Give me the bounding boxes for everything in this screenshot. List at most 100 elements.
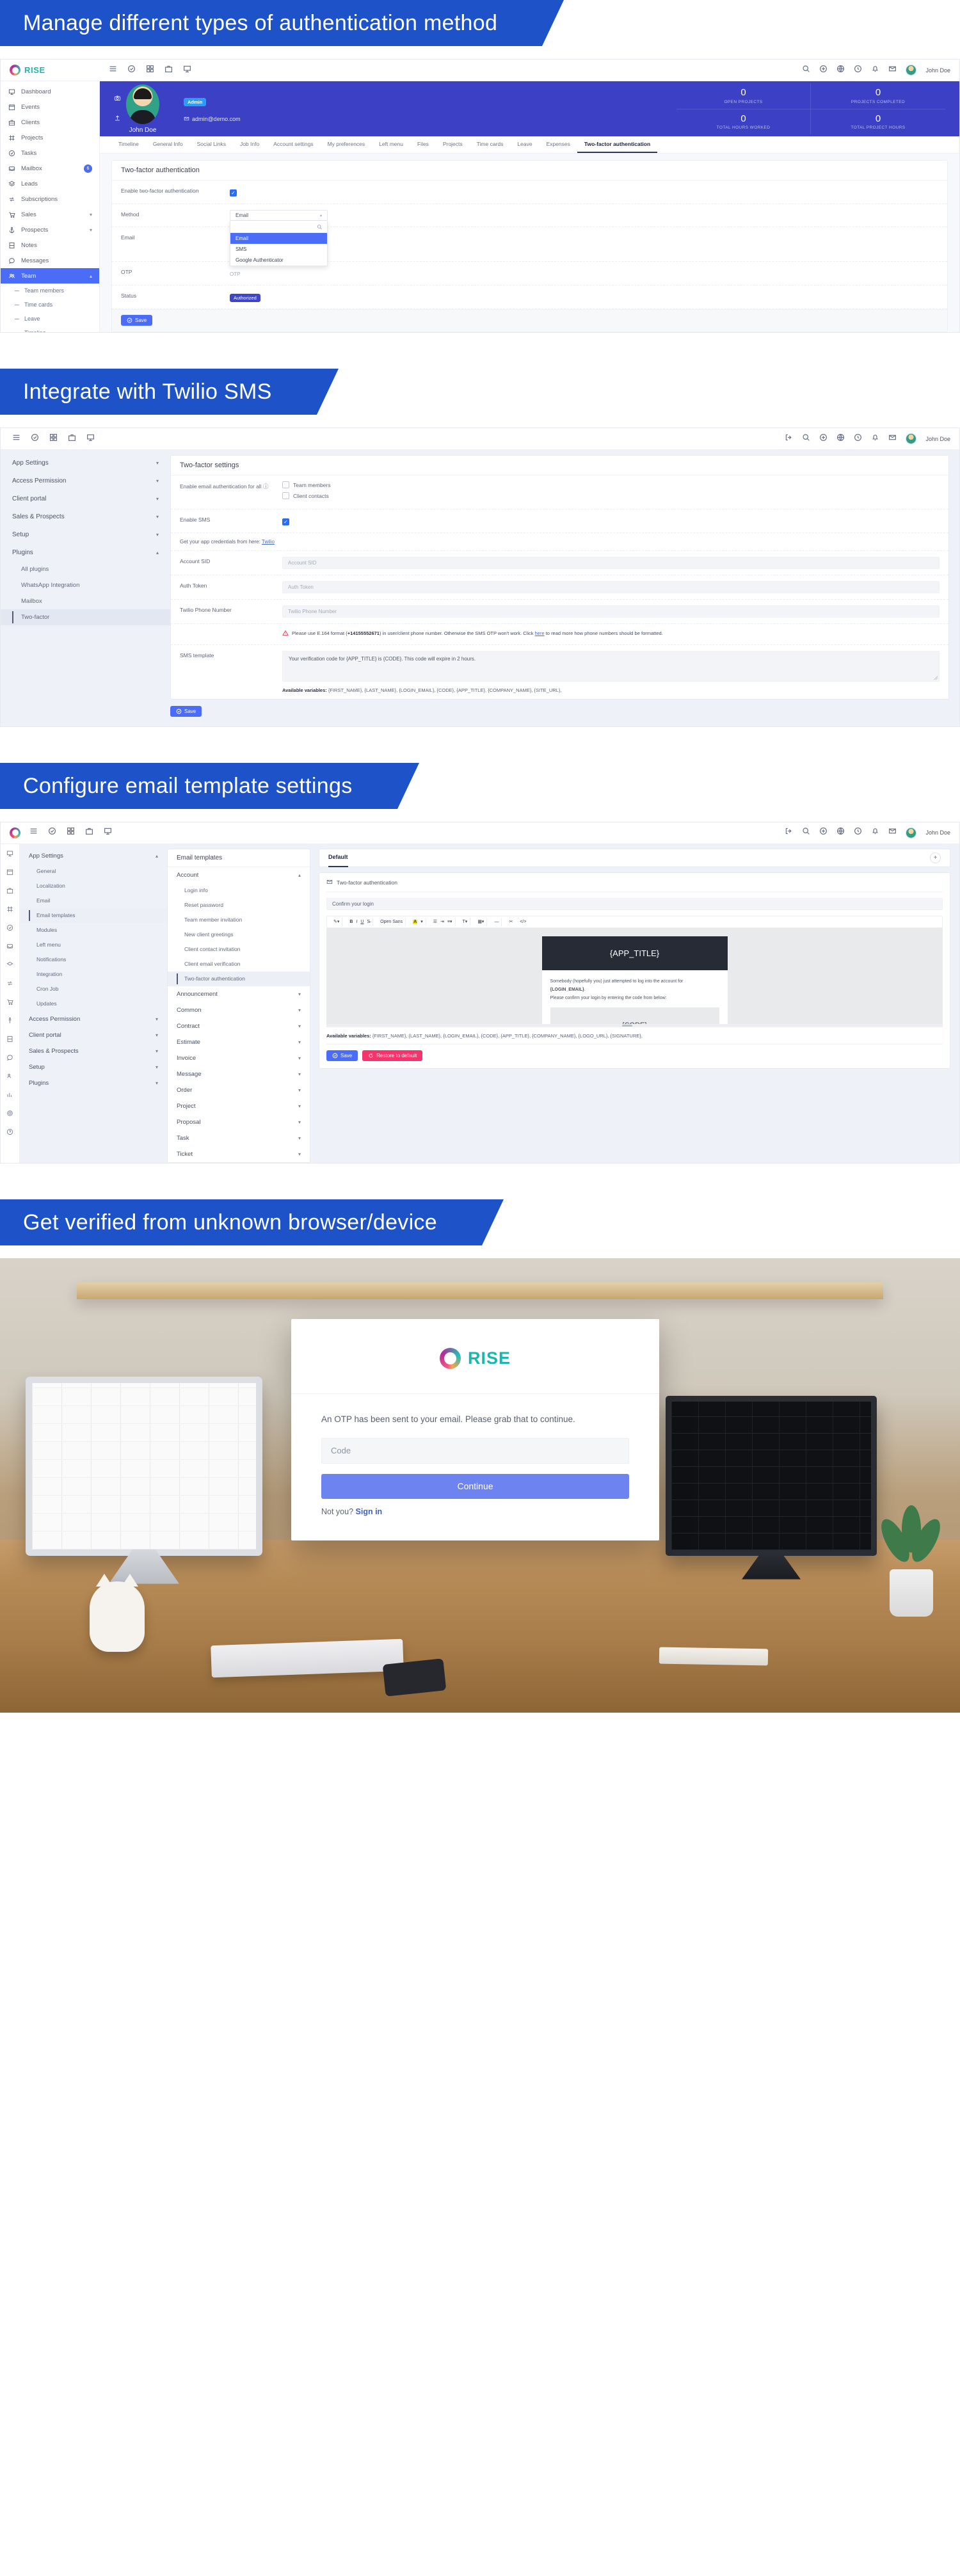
sidebar-item-sales[interactable]: Sales ▾ (1, 207, 99, 222)
otp-input[interactable]: OTP (230, 271, 240, 277)
apps-icon[interactable] (146, 65, 154, 76)
help-icon[interactable] (6, 1127, 13, 1139)
briefcase-icon[interactable] (68, 433, 76, 445)
save-button[interactable]: Save (121, 315, 153, 326)
briefcase-icon[interactable] (164, 65, 173, 76)
sidebar-item-clients[interactable]: Clients (1, 115, 99, 130)
restore-default-button[interactable]: Restore to default (362, 1050, 423, 1061)
settings-item-client-portal[interactable]: Client portal ▾ (20, 1027, 167, 1043)
settings-subitem-updates[interactable]: Updates (20, 996, 167, 1011)
chevron-down-icon[interactable]: ▾ (420, 919, 423, 924)
sidebar-item-notes[interactable]: Notes (1, 237, 99, 253)
sidebar-item-tasks[interactable]: Tasks (1, 145, 99, 161)
search-icon[interactable] (802, 433, 810, 445)
method-option-google-authenticator[interactable]: Google Authenticator (230, 255, 327, 266)
menu-icon[interactable] (12, 433, 20, 445)
inbox-icon[interactable] (6, 941, 13, 953)
settings-subitem-two-factor[interactable]: Two-factor (1, 609, 170, 625)
template-group-estimate[interactable]: Estimate ▾ (168, 1034, 310, 1050)
template-new-client-greetings[interactable]: New client greetings (168, 927, 310, 942)
menu-icon[interactable] (109, 65, 117, 76)
add-icon[interactable] (819, 433, 828, 445)
help-icon[interactable]: ⓘ (263, 483, 269, 490)
template-group-message[interactable]: Message ▾ (168, 1066, 310, 1082)
italic-icon[interactable]: I (356, 920, 357, 924)
globe-icon[interactable] (836, 433, 845, 445)
settings-subitem-email-templates[interactable]: Email templates (20, 908, 167, 923)
template-team-member-invitation[interactable]: Team member invitation (168, 913, 310, 927)
monitor-icon[interactable] (183, 65, 191, 76)
logout-icon[interactable] (785, 433, 793, 445)
avatar[interactable] (906, 65, 917, 76)
refresh-icon[interactable] (6, 979, 13, 990)
sidebar-item-projects[interactable]: Projects (1, 130, 99, 145)
search-icon[interactable] (802, 65, 810, 76)
team-members-checkbox[interactable] (282, 481, 289, 488)
settings-item-access-permission[interactable]: Access Permission ▾ (1, 472, 170, 490)
tab-job-info[interactable]: Job Info (233, 136, 266, 153)
checkbox-client-contacts[interactable]: Client contacts (282, 492, 940, 499)
sign-in-link[interactable]: Sign in (356, 1507, 383, 1516)
strikethrough-icon[interactable]: S̶ (367, 920, 370, 924)
style-menu-icon[interactable]: ✎▾ (331, 917, 343, 926)
add-icon[interactable] (819, 827, 828, 838)
envelope-icon[interactable] (888, 433, 897, 445)
tab-account-settings[interactable]: Account settings (266, 136, 320, 153)
apps-icon[interactable] (67, 827, 75, 838)
tab-my-preferences[interactable]: My preferences (321, 136, 372, 153)
menu-icon[interactable] (29, 827, 38, 838)
twilio-phone-input[interactable]: Twilio Phone Number (282, 605, 940, 618)
chat-icon[interactable] (6, 1053, 13, 1064)
sidebar-subitem-team-members[interactable]: Team members (1, 284, 99, 298)
twilio-link[interactable]: Twilio (262, 539, 275, 545)
auth-token-input[interactable]: Auth Token (282, 581, 940, 593)
settings-item-sales-prospects[interactable]: Sales & Prospects ▾ (1, 508, 170, 525)
method-option-sms[interactable]: SMS (230, 244, 327, 255)
enable-sms-checkbox[interactable]: ✓ (282, 518, 289, 525)
check-circle-icon[interactable] (6, 923, 13, 934)
add-icon[interactable] (819, 65, 828, 76)
settings-item-app-settings[interactable]: App Settings ▾ (1, 454, 170, 472)
settings-item-setup[interactable]: Setup ▾ (20, 1059, 167, 1075)
save-button[interactable]: Save (326, 1050, 358, 1061)
clock-icon[interactable] (854, 433, 862, 445)
search-icon[interactable] (802, 827, 810, 838)
settings-subitem-general[interactable]: General (20, 864, 167, 879)
settings-item-plugins[interactable]: Plugins ▴ (1, 543, 170, 561)
method-search-input[interactable] (236, 223, 317, 230)
rise-logo-icon[interactable] (10, 827, 20, 838)
sidebar-subitem-time-cards[interactable]: Time cards (1, 298, 99, 312)
settings-item-client-portal[interactable]: Client portal ▾ (1, 490, 170, 508)
monitor-icon[interactable] (6, 849, 13, 860)
warning-here-link[interactable]: here (535, 630, 545, 636)
logout-icon[interactable] (785, 827, 793, 838)
settings-subitem-email[interactable]: Email (20, 893, 167, 908)
template-group-announcement[interactable]: Announcement ▾ (168, 986, 310, 1002)
align-icon[interactable]: ≡▾ (447, 919, 452, 924)
bell-icon[interactable] (871, 827, 879, 838)
settings-subitem-localization[interactable]: Localization (20, 879, 167, 893)
tab-expenses[interactable]: Expenses (540, 136, 577, 153)
sidebar-item-subscriptions[interactable]: Subscriptions (1, 191, 99, 207)
monitor-icon[interactable] (104, 827, 112, 838)
settings-subitem-integration[interactable]: Integration (20, 967, 167, 982)
enable-2fa-checkbox[interactable]: ✓ (230, 189, 237, 196)
settings-subitem-modules[interactable]: Modules (20, 923, 167, 938)
briefcase-icon[interactable] (6, 886, 13, 897)
envelope-icon[interactable] (888, 65, 897, 76)
code-view-icon[interactable]: </> (520, 920, 526, 924)
settings-item-app-settings[interactable]: App Settings ▴ (20, 848, 167, 864)
anchor-icon[interactable] (6, 1016, 13, 1027)
add-tab-button[interactable]: + (930, 852, 941, 863)
settings-subitem-whatsapp-integration[interactable]: WhatsApp Integration (1, 577, 170, 593)
monitor-icon[interactable] (86, 433, 95, 445)
tab-files[interactable]: Files (410, 136, 436, 153)
template-group-invoice[interactable]: Invoice ▾ (168, 1050, 310, 1066)
method-option-email[interactable]: Email (230, 233, 327, 244)
tab-social-links[interactable]: Social Links (190, 136, 233, 153)
tab-general-info[interactable]: General Info (146, 136, 190, 153)
settings-item-plugins[interactable]: Plugins ▾ (20, 1075, 167, 1091)
upload-icon[interactable] (114, 113, 121, 125)
subject-input[interactable]: Confirm your login (326, 897, 943, 910)
sidebar-item-messages[interactable]: Messages (1, 253, 99, 268)
